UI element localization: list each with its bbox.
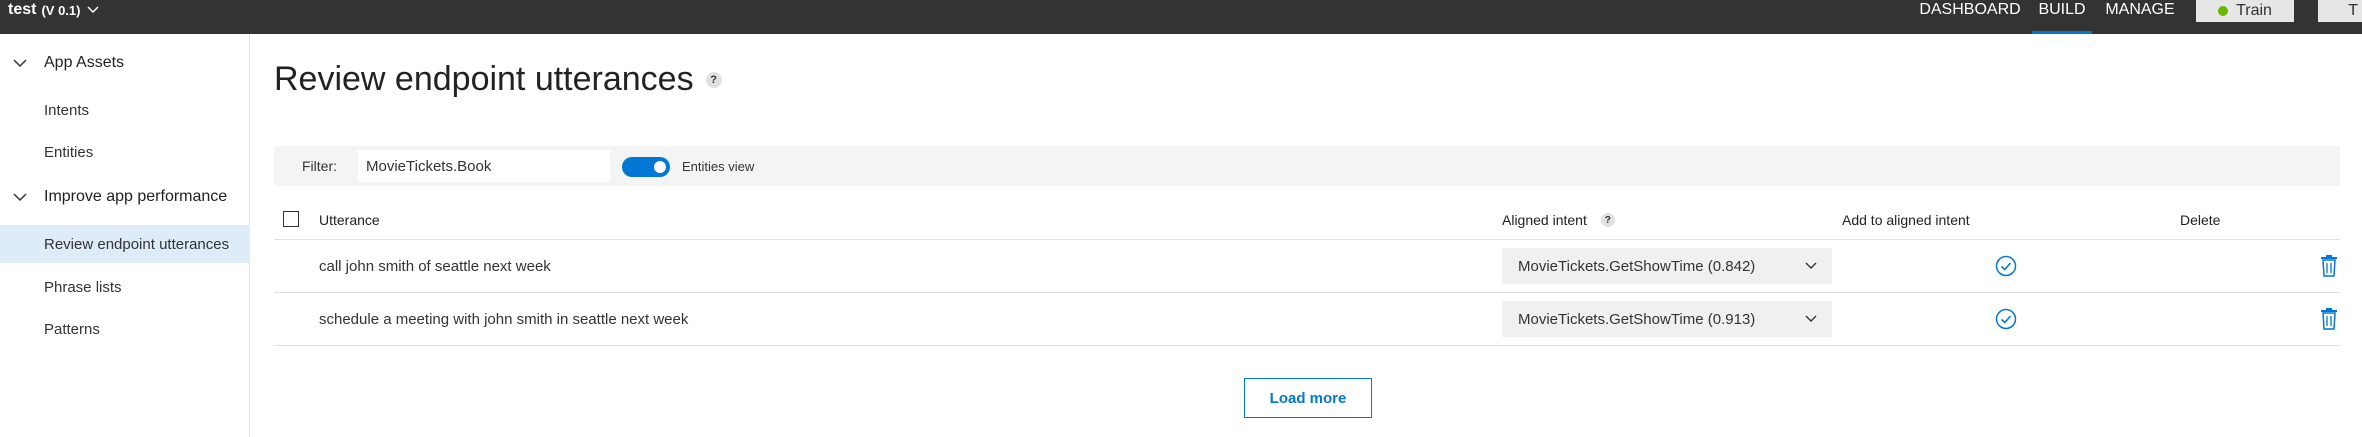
app-selector[interactable]: test (V 0.1) [8,0,100,20]
utterance-text: call john smith of seattle next week [319,258,551,275]
sidebar-item-phrase-lists[interactable]: Phrase lists [0,268,250,306]
sidebar-section-improve[interactable]: Improve app performance [0,178,250,216]
app-version: (V 0.1) [41,2,81,18]
chevron-down-icon [13,193,27,202]
nav-manage[interactable]: MANAGE [2104,0,2176,34]
filter-input[interactable] [358,150,610,182]
nav-dashboard[interactable]: DASHBOARD [1919,0,2020,34]
publish-label: T [2348,2,2358,19]
add-check-icon[interactable] [1994,254,2018,278]
chevron-down-icon [13,59,27,68]
header-aligned-intent-label: Aligned intent [1502,212,1587,228]
load-more-button[interactable]: Load more [1244,378,1372,418]
app-name: test [8,1,37,18]
nav-build[interactable]: BUILD [2032,0,2092,34]
sidebar-section-label: App Assets [44,54,125,71]
header-utterance: Utterance [319,212,380,228]
sidebar-item-entities[interactable]: Entities [0,133,250,171]
aligned-intent-dropdown[interactable]: MovieTickets.GetShowTime (0.842) [1502,248,1832,284]
header-add-to-aligned-intent: Add to aligned intent [1842,212,1970,228]
aligned-intent-value: MovieTickets.GetShowTime (0.913) [1518,310,1756,328]
train-button[interactable]: Train [2196,0,2294,22]
sidebar-item-patterns[interactable]: Patterns [0,310,250,348]
entities-view-label: Entities view [682,158,755,174]
sidebar-item-review-endpoint-utterances[interactable]: Review endpoint utterances [0,225,250,263]
entities-view-toggle[interactable] [622,157,670,177]
trash-icon[interactable] [2318,307,2340,331]
add-check-icon[interactable] [1994,307,2018,331]
table-row: schedule a meeting with john smith in se… [274,293,2340,346]
select-all-checkbox[interactable] [283,211,299,227]
header-aligned-intent: Aligned intent ? [1502,200,1615,240]
publish-button[interactable]: T [2318,0,2362,22]
filter-bar: Filter: Entities view [274,146,2340,186]
header-delete: Delete [2180,212,2221,228]
help-icon[interactable]: ? [705,71,722,88]
page-title-text: Review endpoint utterances [274,60,694,98]
chevron-down-icon [1805,262,1817,269]
train-label: Train [2236,2,2272,19]
sidebar: App Assets Intents Entities Improve app … [0,34,250,437]
top-bar: test (V 0.1) DASHBOARD BUILD MANAGE Trai… [0,0,2362,34]
toggle-knob [654,161,666,173]
table-row: call john smith of seattle next week Mov… [274,240,2340,293]
table-header: Utterance Aligned intent ? Add to aligne… [274,200,2340,240]
chevron-down-icon [87,6,99,14]
sidebar-section-label: Improve app performance [44,188,228,205]
help-icon[interactable]: ? [1600,213,1615,227]
sidebar-item-intents[interactable]: Intents [0,91,250,129]
utterance-text: schedule a meeting with john smith in se… [319,311,689,328]
sidebar-section-app-assets[interactable]: App Assets [0,44,250,82]
chevron-down-icon [1805,315,1817,322]
train-status-dot [2218,6,2229,16]
page-title: Review endpoint utterances ? [274,60,722,99]
aligned-intent-value: MovieTickets.GetShowTime (0.842) [1518,257,1756,275]
trash-icon[interactable] [2318,254,2340,278]
filter-label: Filter: [302,158,337,174]
aligned-intent-dropdown[interactable]: MovieTickets.GetShowTime (0.913) [1502,301,1832,337]
